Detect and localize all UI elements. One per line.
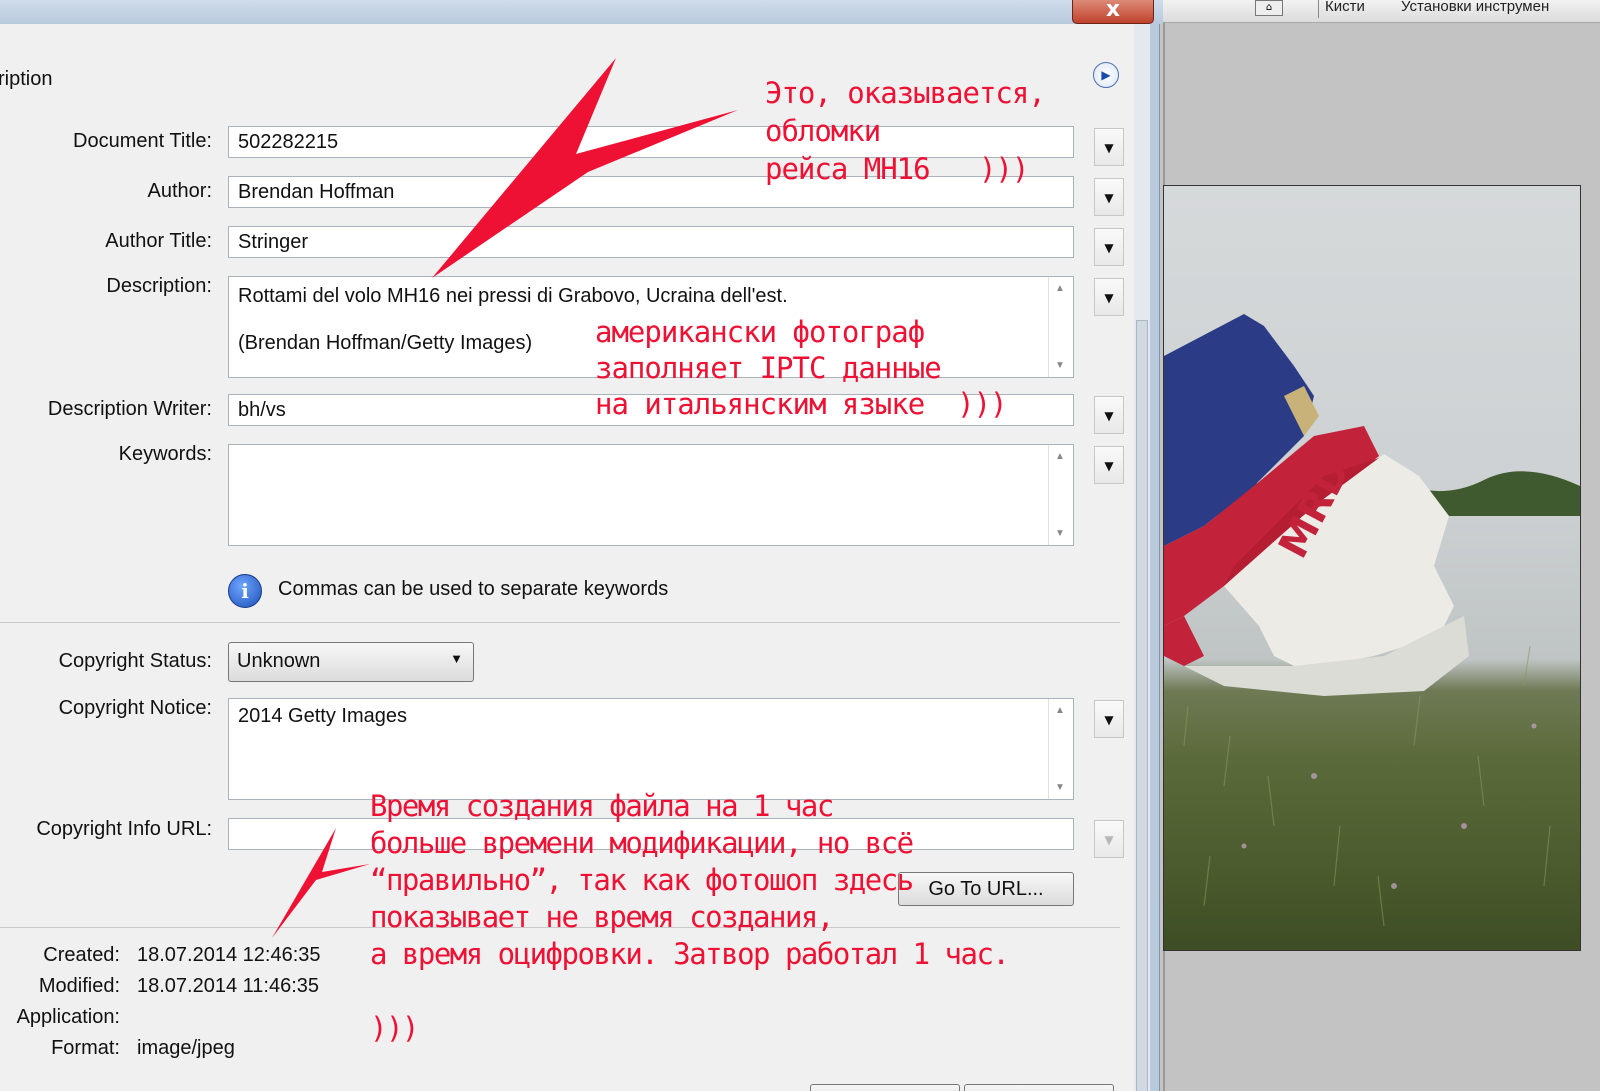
annotation-top-note: Это, оказывается, обломки рейса МН16 )))	[765, 76, 1046, 186]
annotation-middle-note: американски фотограф заполняет IPTC данн…	[595, 315, 1007, 421]
arrow-bottom	[272, 828, 370, 938]
annotation-bottom-note: Время создания файла на 1 час больше вре…	[370, 789, 1010, 1045]
arrow-top	[432, 58, 738, 278]
